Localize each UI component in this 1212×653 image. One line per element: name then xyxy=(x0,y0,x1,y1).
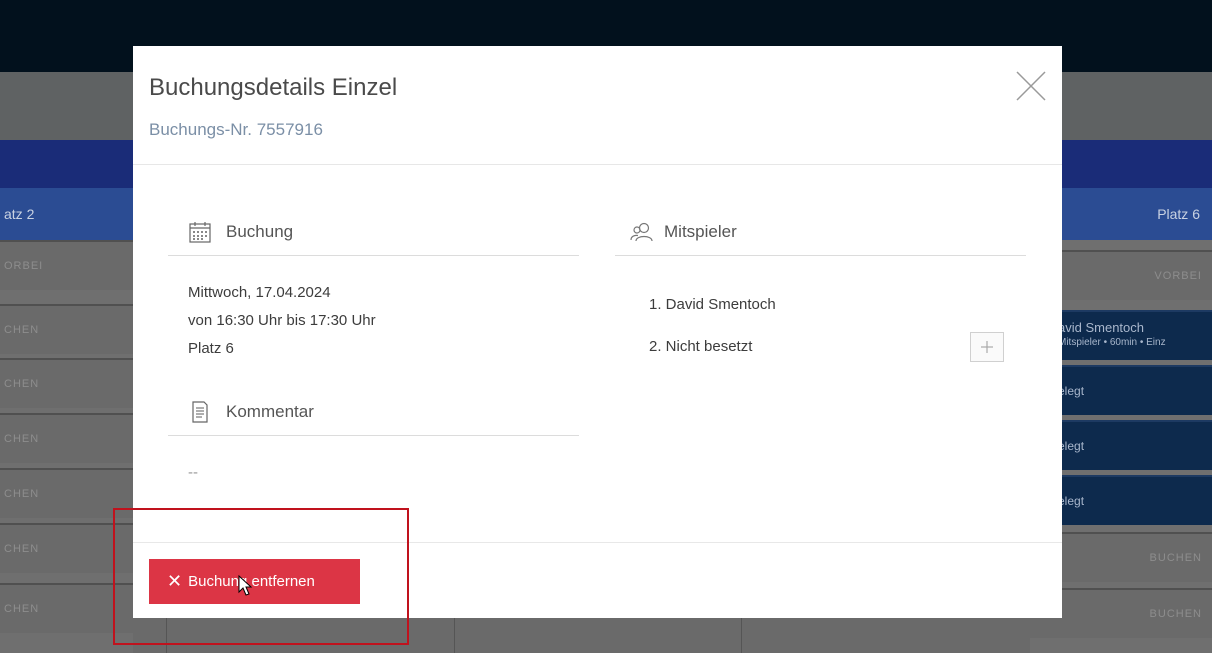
booking-details-modal: Buchungsdetails Einzel Buchungs-Nr. 7557… xyxy=(133,46,1062,618)
grid-divider xyxy=(166,618,167,653)
calendar-icon xyxy=(188,220,212,244)
booking-section-label: Buchung xyxy=(226,221,294,241)
booked-details: Mitspieler • 60min • Einz xyxy=(1058,337,1166,348)
booking-time: von 16:30 Uhr bis 17:30 Uhr xyxy=(188,312,376,329)
modal-header: Buchungsdetails Einzel Buchungs-Nr. 7557… xyxy=(133,46,1062,165)
booked-player-name: avid Smentoch xyxy=(1058,320,1144,335)
modal-footer-divider xyxy=(133,542,1062,543)
close-icon xyxy=(1016,71,1046,101)
slot-left-1[interactable]: ORBEI xyxy=(0,240,133,290)
grid-divider xyxy=(741,618,742,653)
remove-booking-button[interactable]: ✕ Buchung entfernen xyxy=(149,559,360,604)
slot-left-5[interactable]: CHEN xyxy=(0,468,133,518)
comment-section-header: Kommentar xyxy=(168,388,579,436)
document-icon xyxy=(188,400,212,424)
comment-section-label: Kommentar xyxy=(226,401,314,421)
close-icon: ✕ xyxy=(167,571,183,591)
court-header-2: atz 2 xyxy=(0,188,133,240)
add-player-button[interactable] xyxy=(970,332,1004,362)
remove-booking-label: Buchung entfernen xyxy=(188,573,315,590)
slot-left-4[interactable]: CHEN xyxy=(0,413,133,463)
grid-divider xyxy=(454,618,455,653)
booking-date: Mittwoch, 17.04.2024 xyxy=(188,284,331,301)
player-1: 1. David Smentoch xyxy=(649,296,776,313)
player-2: 2. Nicht besetzt xyxy=(649,338,753,355)
comment-value: -- xyxy=(188,464,198,481)
slot-left-3[interactable]: CHEN xyxy=(0,358,133,408)
booking-court: Platz 6 xyxy=(188,340,234,357)
slot-left-6[interactable]: CHEN xyxy=(0,523,133,573)
slot-left-7[interactable]: CHEN xyxy=(0,583,133,633)
plus-icon xyxy=(981,341,993,353)
modal-title: Buchungsdetails Einzel xyxy=(149,74,398,101)
grid-bottom-row xyxy=(133,618,1030,653)
booking-number: Buchungs-Nr. 7557916 xyxy=(149,120,323,139)
close-button[interactable] xyxy=(1013,68,1049,104)
users-icon xyxy=(630,220,654,244)
slot-left-2[interactable]: CHEN xyxy=(0,304,133,354)
booking-section-header: Buchung xyxy=(168,208,579,256)
players-section-label: Mitspieler xyxy=(664,221,737,241)
players-section-header: Mitspieler xyxy=(615,208,1026,256)
